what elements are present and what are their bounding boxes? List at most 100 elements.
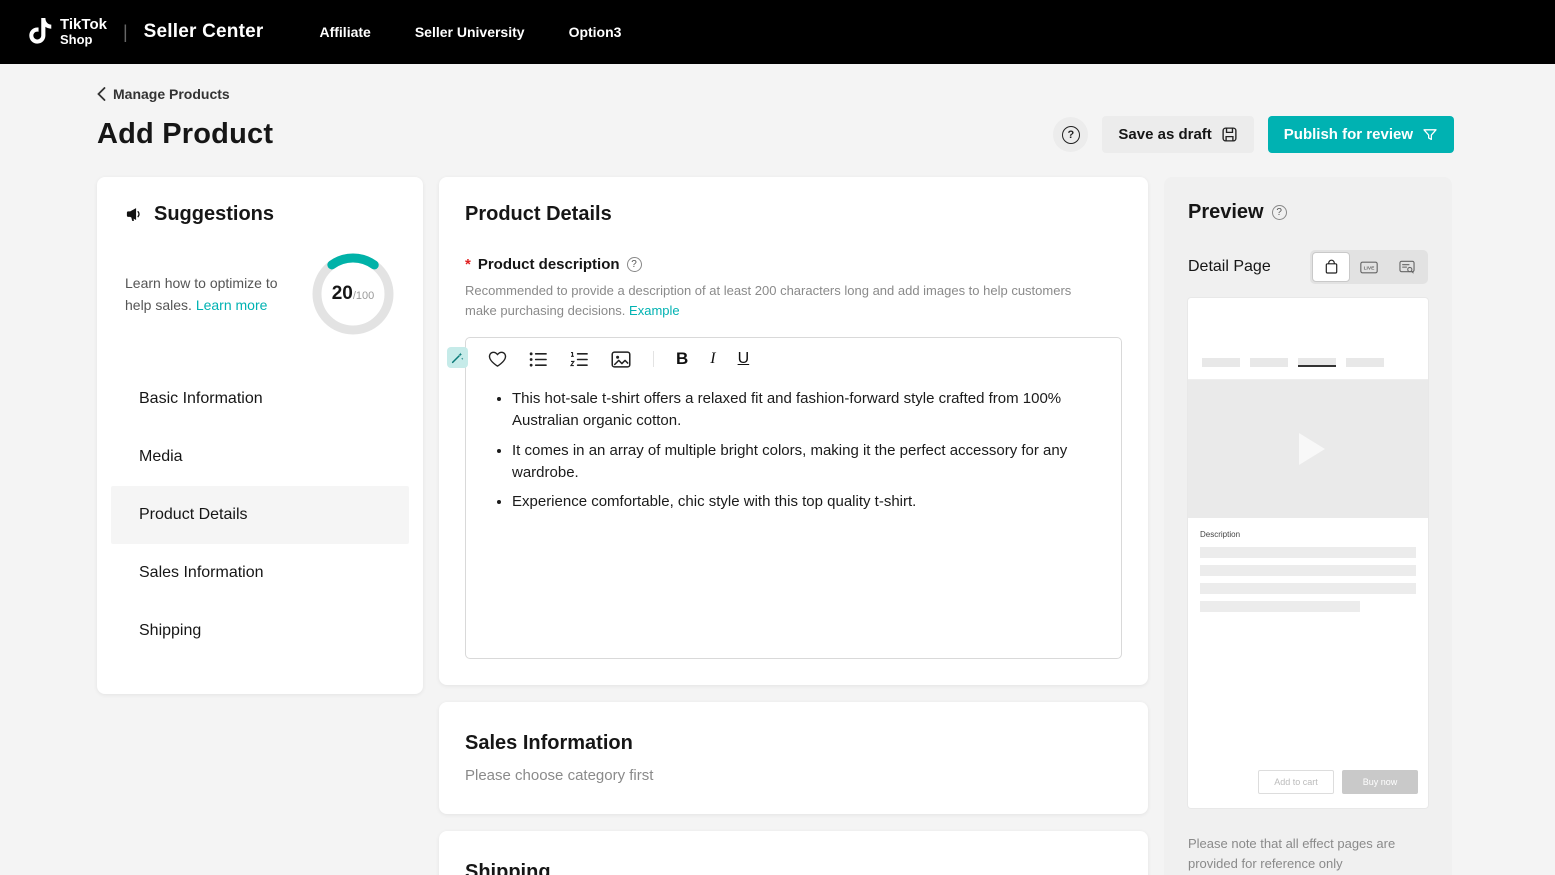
save-icon [1221,126,1238,143]
mockup-action-buttons: Add to cart Buy now [1258,770,1418,794]
mockup-tab-placeholder [1346,358,1384,367]
live-icon: LIVE [1360,260,1378,275]
product-details-card: Product Details * Product description ? … [439,177,1148,685]
mockup-description-label: Description [1188,518,1428,547]
description-bullet: This hot-sale t-shirt offers a relaxed f… [512,388,1091,432]
mockup-tab-placeholder [1202,358,1240,367]
suggestions-menu: Basic Information Media Product Details … [97,370,423,660]
score-label: 20 /100 [311,252,395,336]
underline-button[interactable]: U [738,348,750,370]
example-link[interactable]: Example [629,303,680,318]
description-bullet: Experience comfortable, chic style with … [512,491,1091,513]
required-asterisk: * [465,256,471,273]
play-icon [1299,433,1325,465]
mockup-tab-bar [1188,298,1428,367]
seller-center-brand[interactable]: Seller Center [144,21,264,43]
description-editor: B I U This hot-sale t-shirt offers a rel… [465,337,1122,659]
sales-information-card: Sales Information Please choose category… [439,702,1148,814]
live-preview-toggle[interactable]: LIVE [1350,252,1388,282]
nav-seller-university[interactable]: Seller University [415,24,525,40]
detail-page-toggle[interactable] [1312,252,1350,282]
score-total: /100 [353,290,374,302]
magic-wand-icon [451,351,464,364]
breadcrumb[interactable]: Manage Products [97,86,1454,102]
suggestions-header: Suggestions [97,203,423,226]
preview-header: Preview ? [1188,201,1428,224]
mockup-text-placeholder [1200,601,1360,612]
bullet-list-button[interactable] [529,348,548,370]
header-actions: ? Save as draft Publish for review [1053,116,1454,153]
megaphone-icon [125,205,144,224]
numbered-list-button[interactable] [570,348,589,370]
sidebar-item-shipping[interactable]: Shipping [111,602,409,660]
back-chevron-icon [97,87,106,101]
tiktok-note-icon [28,18,52,45]
suggestions-summary: Learn how to optimize to help sales. Lea… [97,252,423,336]
suggestions-description: Learn how to optimize to help sales. Lea… [125,272,293,317]
insert-image-button[interactable] [611,348,631,370]
page-title: Add Product [97,118,273,151]
suggestions-panel: Suggestions Learn how to optimize to hel… [97,177,423,694]
mockup-tab-placeholder [1250,358,1288,367]
sidebar-item-product-details[interactable]: Product Details [111,486,409,544]
page-search-icon [1399,260,1415,275]
detail-page-label: Detail Page [1188,258,1271,276]
logo-divider: | [123,22,128,43]
description-textarea[interactable]: This hot-sale t-shirt offers a relaxed f… [466,376,1121,628]
save-as-draft-button[interactable]: Save as draft [1102,116,1253,153]
product-details-title: Product Details [465,203,1122,226]
page-header: Add Product ? Save as draft Publish for … [97,116,1454,153]
middle-column: Product Details * Product description ? … [439,177,1148,875]
description-help-icon[interactable]: ? [627,257,642,272]
sales-information-hint: Please choose category first [465,767,1122,784]
topbar: TikTok Shop | Seller Center Affiliate Se… [0,0,1555,64]
nav-affiliate[interactable]: Affiliate [319,24,370,40]
mockup-text-placeholder [1200,565,1416,576]
toolbar-divider [653,351,654,367]
question-icon: ? [1062,126,1080,144]
editor-toolbar: B I U [466,338,1121,376]
logo-line1: TikTok [60,17,107,33]
tiktok-shop-logo[interactable]: TikTok Shop [28,17,107,46]
svg-text:LIVE: LIVE [1364,265,1376,271]
image-icon [611,351,631,368]
mockup-buy-now-button: Buy now [1342,770,1418,794]
bold-button[interactable]: B [676,348,688,370]
save-as-draft-label: Save as draft [1118,126,1211,143]
sidebar-item-sales-information[interactable]: Sales Information [111,544,409,602]
funnel-icon [1422,127,1438,143]
heart-icon [488,350,507,368]
description-hint-text: Recommended to provide a description of … [465,283,1071,318]
shipping-title: Shipping [465,861,1122,875]
breadcrumb-label: Manage Products [113,86,230,102]
mockup-text-placeholder [1200,547,1416,558]
logo-text: TikTok Shop [60,17,107,46]
learn-more-link[interactable]: Learn more [196,297,268,313]
italic-button[interactable]: I [710,348,715,370]
preview-title: Preview [1188,201,1264,224]
preview-note: Please note that all effect pages are pr… [1188,834,1428,873]
description-bullet: It comes in an array of multiple bright … [512,440,1091,484]
logo-line2: Shop [60,33,107,47]
preview-panel: Preview ? Detail Page LIVE [1164,177,1452,875]
sidebar-item-media[interactable]: Media [111,428,409,486]
preview-help-icon[interactable]: ? [1272,205,1287,220]
main-columns: Suggestions Learn how to optimize to hel… [97,177,1454,875]
detail-page-mockup: Description Add to cart Buy now [1188,298,1428,808]
mockup-text-placeholder [1200,583,1416,594]
description-bullet-list: This hot-sale t-shirt offers a relaxed f… [492,388,1091,513]
product-description-label: Product description [478,256,620,273]
preview-mode-toggle: LIVE [1310,250,1428,284]
sidebar-item-basic-information[interactable]: Basic Information [111,370,409,428]
shipping-card: Shipping [439,831,1148,875]
bullet-list-icon [529,351,548,368]
nav-option3[interactable]: Option3 [569,24,622,40]
favorite-phrases-button[interactable] [488,348,507,370]
help-button[interactable]: ? [1053,117,1088,152]
sales-information-title: Sales Information [465,732,1122,755]
publish-for-review-button[interactable]: Publish for review [1268,116,1454,153]
ai-assistant-button[interactable] [447,347,468,368]
publish-label: Publish for review [1284,126,1413,143]
description-hint: Recommended to provide a description of … [465,281,1105,321]
search-result-toggle[interactable] [1388,252,1426,282]
